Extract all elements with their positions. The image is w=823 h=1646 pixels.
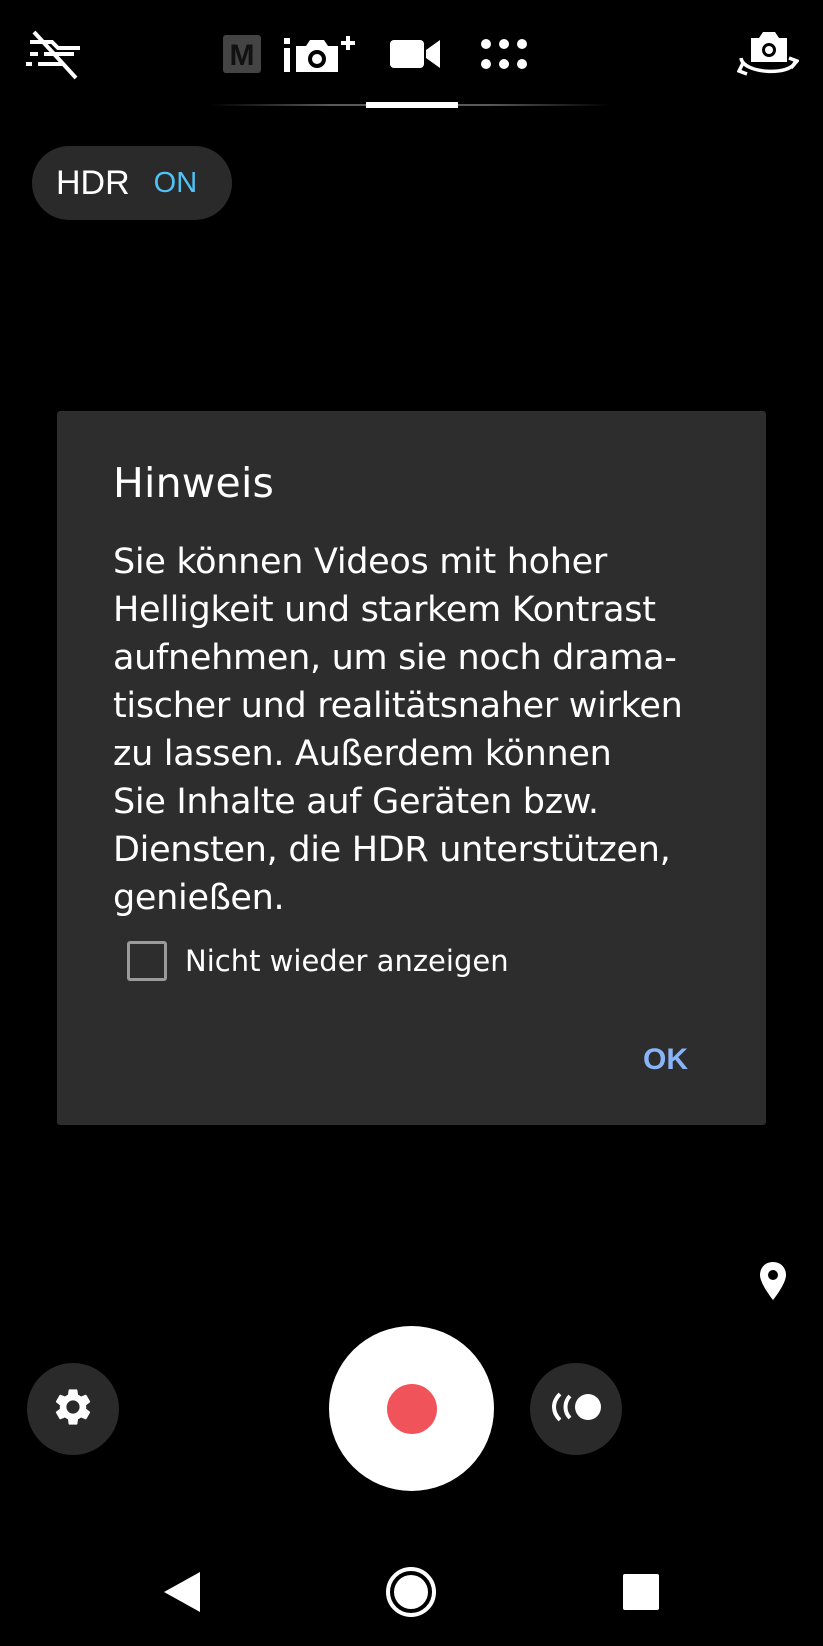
back-triangle-icon[interactable] (160, 1570, 204, 1614)
dont-show-again-option[interactable]: Nicht wieder anzeigen (127, 941, 509, 981)
flash-off-icon[interactable] (24, 28, 84, 80)
manual-mode-icon[interactable]: M (220, 30, 264, 78)
ok-button[interactable]: OK (643, 1043, 688, 1077)
settings-button[interactable] (27, 1363, 119, 1455)
dont-show-again-checkbox[interactable] (127, 941, 167, 981)
apps-grid-icon[interactable] (464, 30, 544, 78)
hint-dialog: Hinweis Sie können Videos mit hoher Hell… (57, 411, 766, 1125)
steadyshot-button[interactable] (530, 1363, 622, 1455)
mode-selected-indicator (366, 102, 458, 108)
mode-selector: M (220, 30, 544, 78)
dialog-line: Helligkeit und starkem Kontrast (113, 590, 656, 630)
dialog-line: genießen. (113, 878, 285, 918)
dialog-title: Hinweis (113, 459, 275, 507)
hdr-state: ON (153, 166, 198, 199)
gear-icon (51, 1385, 95, 1433)
dialog-line: aufnehmen, um sie noch drama- (113, 638, 677, 678)
dialog-line: Diensten, die HDR unterstützen, (113, 830, 671, 870)
home-circle-icon[interactable] (385, 1566, 437, 1618)
dialog-line: Sie können Videos mit hoher (113, 542, 607, 582)
recents-square-icon[interactable] (623, 1574, 659, 1610)
switch-camera-icon[interactable] (736, 28, 800, 80)
dialog-line: Sie Inhalte auf Geräten bzw. (113, 782, 599, 822)
location-pin-icon (758, 1262, 788, 1302)
dialog-line: zu lassen. Außerdem können (113, 734, 612, 774)
svg-text:M: M (230, 39, 255, 72)
dont-show-again-label[interactable]: Nicht wieder anzeigen (185, 944, 509, 978)
dialog-message: Sie können Videos mit hoher Helligkeit u… (113, 538, 733, 922)
photo-plus-icon[interactable] (272, 30, 368, 78)
record-button[interactable] (329, 1326, 494, 1491)
steadyshot-icon (548, 1390, 604, 1428)
hdr-toggle[interactable]: HDR ON (32, 146, 232, 220)
hdr-label: HDR (56, 163, 130, 202)
camera-top-bar: M (0, 0, 823, 110)
record-dot-icon (386, 1383, 437, 1434)
dialog-line: tischer und realitätsnaher wirken (113, 686, 683, 726)
video-camera-icon[interactable] (376, 30, 456, 78)
